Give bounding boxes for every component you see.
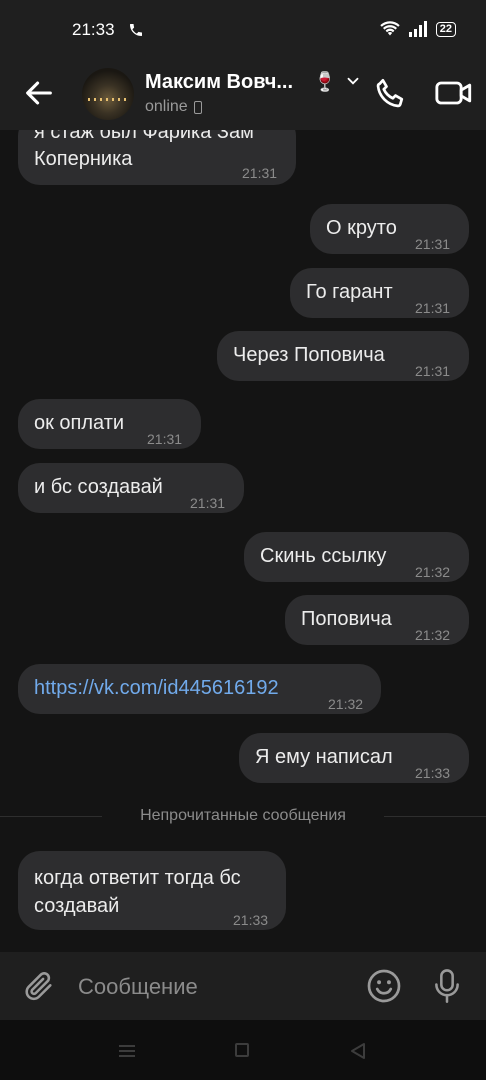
message-time: 21:32 <box>415 627 451 643</box>
microphone-icon[interactable] <box>430 967 464 1005</box>
wifi-icon <box>380 21 400 36</box>
message-text: Поповича <box>301 608 392 630</box>
back-arrow-icon[interactable] <box>22 76 56 110</box>
paperclip-icon[interactable] <box>22 969 56 1003</box>
contact-name[interactable]: Максим Вовч... <box>145 71 293 94</box>
message-time: 21:32 <box>415 564 451 580</box>
status-time: 21:33 <box>72 20 115 39</box>
message-incoming[interactable]: когда ответит тогда бс создавай 21:33 <box>18 851 286 930</box>
status-icons: 22 <box>380 21 456 37</box>
message-outgoing[interactable]: Через Поповича 21:31 <box>217 331 469 381</box>
status-bar: 21:33 22 <box>0 0 486 60</box>
message-outgoing[interactable]: Го гарант 21:31 <box>290 268 469 318</box>
avatar[interactable] <box>82 68 134 120</box>
message-time: 21:32 <box>328 696 364 712</box>
message-input[interactable] <box>78 970 348 1004</box>
message-outgoing[interactable]: О круто 21:31 <box>310 204 469 254</box>
video-call-icon[interactable] <box>434 75 474 111</box>
message-text: Го гарант <box>306 281 393 303</box>
message-incoming-link[interactable]: https://vk.com/id445616192 21:32 <box>18 664 381 714</box>
message-time: 21:31 <box>242 165 278 181</box>
system-navbar <box>0 1020 486 1080</box>
message-text: ок оплати <box>34 412 125 434</box>
nav-back-icon[interactable] <box>348 1041 368 1061</box>
message-time: 21:31 <box>147 431 183 447</box>
message-list[interactable]: я стаж был Фарика Зам Коперника 21:31 О … <box>0 130 486 952</box>
message-text: Через Поповича <box>233 344 385 366</box>
message-time: 21:31 <box>415 300 451 316</box>
wine-emoji: 🍷 <box>313 72 337 93</box>
presence-status: online <box>145 98 202 116</box>
message-text: О круто <box>326 217 397 239</box>
presence-text: online <box>145 98 188 115</box>
message-time: 21:31 <box>415 363 451 379</box>
message-composer <box>0 952 486 1020</box>
message-outgoing[interactable]: Я ему написал 21:33 <box>239 733 469 783</box>
message-incoming[interactable]: ок оплати 21:31 <box>18 399 201 449</box>
home-button-icon[interactable] <box>235 1043 249 1057</box>
message-text: Я ему написал <box>255 746 393 768</box>
message-outgoing[interactable]: Скинь ссылку 21:32 <box>244 532 469 582</box>
chevron-down-icon[interactable] <box>344 72 362 90</box>
message-text: и бс создавай <box>34 476 163 498</box>
message-incoming[interactable]: я стаж был Фарика Зам Коперника 21:31 <box>18 130 296 185</box>
message-link[interactable]: https://vk.com/id445616192 <box>34 675 279 702</box>
message-outgoing[interactable]: Поповича 21:32 <box>285 595 469 645</box>
mobile-icon <box>193 100 202 114</box>
chat-header: Максим Вовч... 🍷 online <box>0 60 486 130</box>
message-time: 21:31 <box>190 495 226 511</box>
recent-apps-icon[interactable] <box>118 1044 136 1058</box>
battery-indicator: 22 <box>435 21 456 37</box>
phone-call-icon[interactable] <box>373 75 409 111</box>
message-time: 21:33 <box>415 765 451 781</box>
message-incoming[interactable]: и бс создавай 21:31 <box>18 463 244 513</box>
message-text: Скинь ссылку <box>260 545 387 567</box>
emoji-icon[interactable] <box>366 968 402 1004</box>
signal-icon <box>408 21 427 37</box>
call-status-icon <box>130 24 142 36</box>
message-time: 21:31 <box>415 236 451 252</box>
divider-line-right <box>384 816 486 817</box>
message-time: 21:33 <box>233 912 269 928</box>
